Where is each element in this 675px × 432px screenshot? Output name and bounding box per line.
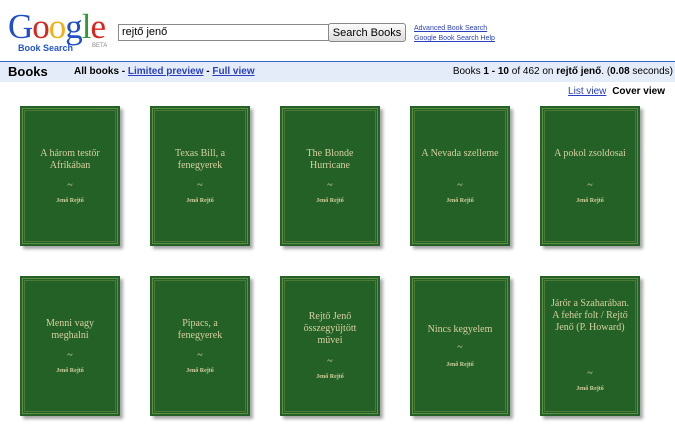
book-title: A Nevada szelleme xyxy=(421,148,499,159)
logo-letter: o xyxy=(48,7,66,46)
book-title: A három testőr Afrikában xyxy=(40,148,100,171)
book-ornament: ~ xyxy=(197,180,203,191)
cover-art xyxy=(150,276,250,416)
cover-art xyxy=(280,106,380,246)
google-book-search-logo[interactable]: Google Book Search BETA xyxy=(8,7,118,54)
cover-art xyxy=(540,276,640,416)
book-search-help-link[interactable]: Google Book Search Help xyxy=(414,34,495,44)
book-ornament: ~ xyxy=(67,350,73,361)
book-ornament: ~ xyxy=(457,342,463,353)
section-title: Books xyxy=(8,64,48,79)
search-books-button[interactable]: Search Books xyxy=(328,23,406,42)
book-title: Rejtő Jenő összegyűjtött művei xyxy=(303,311,357,346)
logo-subtitle: Book Search xyxy=(18,43,74,53)
advanced-book-search-link[interactable]: Advanced Book Search xyxy=(414,24,495,34)
filter-all-books: All books xyxy=(74,66,120,77)
book-cover[interactable]: Pipacs, a fenegyerek ~ Jenő Rejtő xyxy=(150,276,250,416)
book-ornament: ~ xyxy=(327,180,333,191)
filter-full-view-link[interactable]: Full view xyxy=(212,66,254,77)
stats-on: on xyxy=(539,66,557,77)
logo-letter: o xyxy=(32,7,49,46)
stats-suffix: seconds) xyxy=(629,66,673,77)
cover-art xyxy=(20,276,120,416)
book-ornament: ~ xyxy=(67,180,73,191)
result-stats: Books 1 - 10 of 462 on rejtő jenő. (0.08… xyxy=(453,66,673,77)
book-title: A pokol zsoldosai xyxy=(554,148,626,159)
book-title: Menni vagy meghalni xyxy=(45,318,95,341)
logo-letter: e xyxy=(90,7,107,46)
stats-range: 1 - 10 xyxy=(483,66,509,77)
results-bar: Books All books - Limited preview - Full… xyxy=(0,61,675,82)
filter-limited-preview-link[interactable]: Limited preview xyxy=(128,66,204,77)
logo-letter: l xyxy=(81,7,92,46)
filter-nav: All books - Limited preview - Full view xyxy=(74,66,255,77)
cover-art xyxy=(410,106,510,246)
book-cover[interactable]: Rejtő Jenő összegyűjtött művei ~ Jenő Re… xyxy=(280,276,380,416)
book-ornament: ~ xyxy=(327,356,333,367)
book-cover[interactable]: A pokol zsoldosai ~ Jenő Rejtő xyxy=(540,106,640,246)
stats-of: of xyxy=(508,66,523,77)
logo-letter: g xyxy=(65,7,82,46)
book-author: Jenő Rejtő xyxy=(316,198,344,204)
stats-prefix: Books xyxy=(452,66,484,77)
beta-badge: BETA xyxy=(92,43,108,49)
list-view-link[interactable]: List view xyxy=(568,86,606,97)
book-ornament: ~ xyxy=(457,180,463,191)
cover-view-current: Cover view xyxy=(612,86,665,97)
book-author: Jenő Rejtő xyxy=(186,198,214,204)
logo-letter: G xyxy=(8,7,33,46)
stats-total: 462 xyxy=(522,66,540,77)
book-author: Jenő Rejtő xyxy=(56,198,84,204)
book-cover[interactable]: Texas Bill, a fenegyerek ~ Jenő Rejtő xyxy=(150,106,250,246)
book-cover[interactable]: A három testőr Afrikában ~ Jenő Rejtő xyxy=(20,106,120,246)
separator: - xyxy=(119,66,128,77)
book-cover[interactable]: A Nevada szelleme ~ Jenő Rejtő xyxy=(410,106,510,246)
stats-time: 0.08 xyxy=(610,66,630,77)
book-ornament: ~ xyxy=(197,350,203,361)
book-cover[interactable]: Menni vagy meghalni ~ Jenő Rejtő xyxy=(20,276,120,416)
book-author: Jenő Rejtő xyxy=(446,362,474,368)
book-title: Pipacs, a fenegyerek xyxy=(177,318,223,341)
book-ornament: ~ xyxy=(587,368,593,379)
book-author: Jenő Rejtő xyxy=(446,198,474,204)
header: Google Book Search BETA Search Books Adv… xyxy=(0,0,675,58)
stats-paren: . ( xyxy=(601,66,611,77)
book-author: Jenő Rejtő xyxy=(316,374,344,380)
book-author: Jenő Rejtő xyxy=(576,198,604,204)
book-title: Nincs kegyelem xyxy=(427,324,493,335)
book-ornament: ~ xyxy=(587,180,593,191)
book-title: The Blonde Hurricane xyxy=(306,148,354,171)
stats-query: rejtő jenő xyxy=(556,66,602,77)
book-cover[interactable]: Járőr a Szaharában. A fehér folt / Rejtő… xyxy=(540,276,640,416)
book-author: Jenő Rejtő xyxy=(186,368,214,374)
book-author: Jenő Rejtő xyxy=(576,386,604,392)
cover-art xyxy=(150,106,250,246)
book-cover[interactable]: Nincs kegyelem ~ Jenő Rejtő xyxy=(410,276,510,416)
cover-art xyxy=(20,106,120,246)
book-title: Texas Bill, a fenegyerek xyxy=(174,148,226,171)
logo-wordmark: Google xyxy=(8,7,107,46)
book-title: Járőr a Szaharában. A fehér folt / Rejtő… xyxy=(550,298,629,333)
book-author: Jenő Rejtő xyxy=(56,368,84,374)
search-input[interactable] xyxy=(118,24,329,41)
cover-art xyxy=(540,106,640,246)
book-cover[interactable]: The Blonde Hurricane ~ Jenő Rejtő xyxy=(280,106,380,246)
header-links: Advanced Book Search Google Book Search … xyxy=(414,24,495,44)
view-toggle: List view Cover view xyxy=(568,86,665,97)
